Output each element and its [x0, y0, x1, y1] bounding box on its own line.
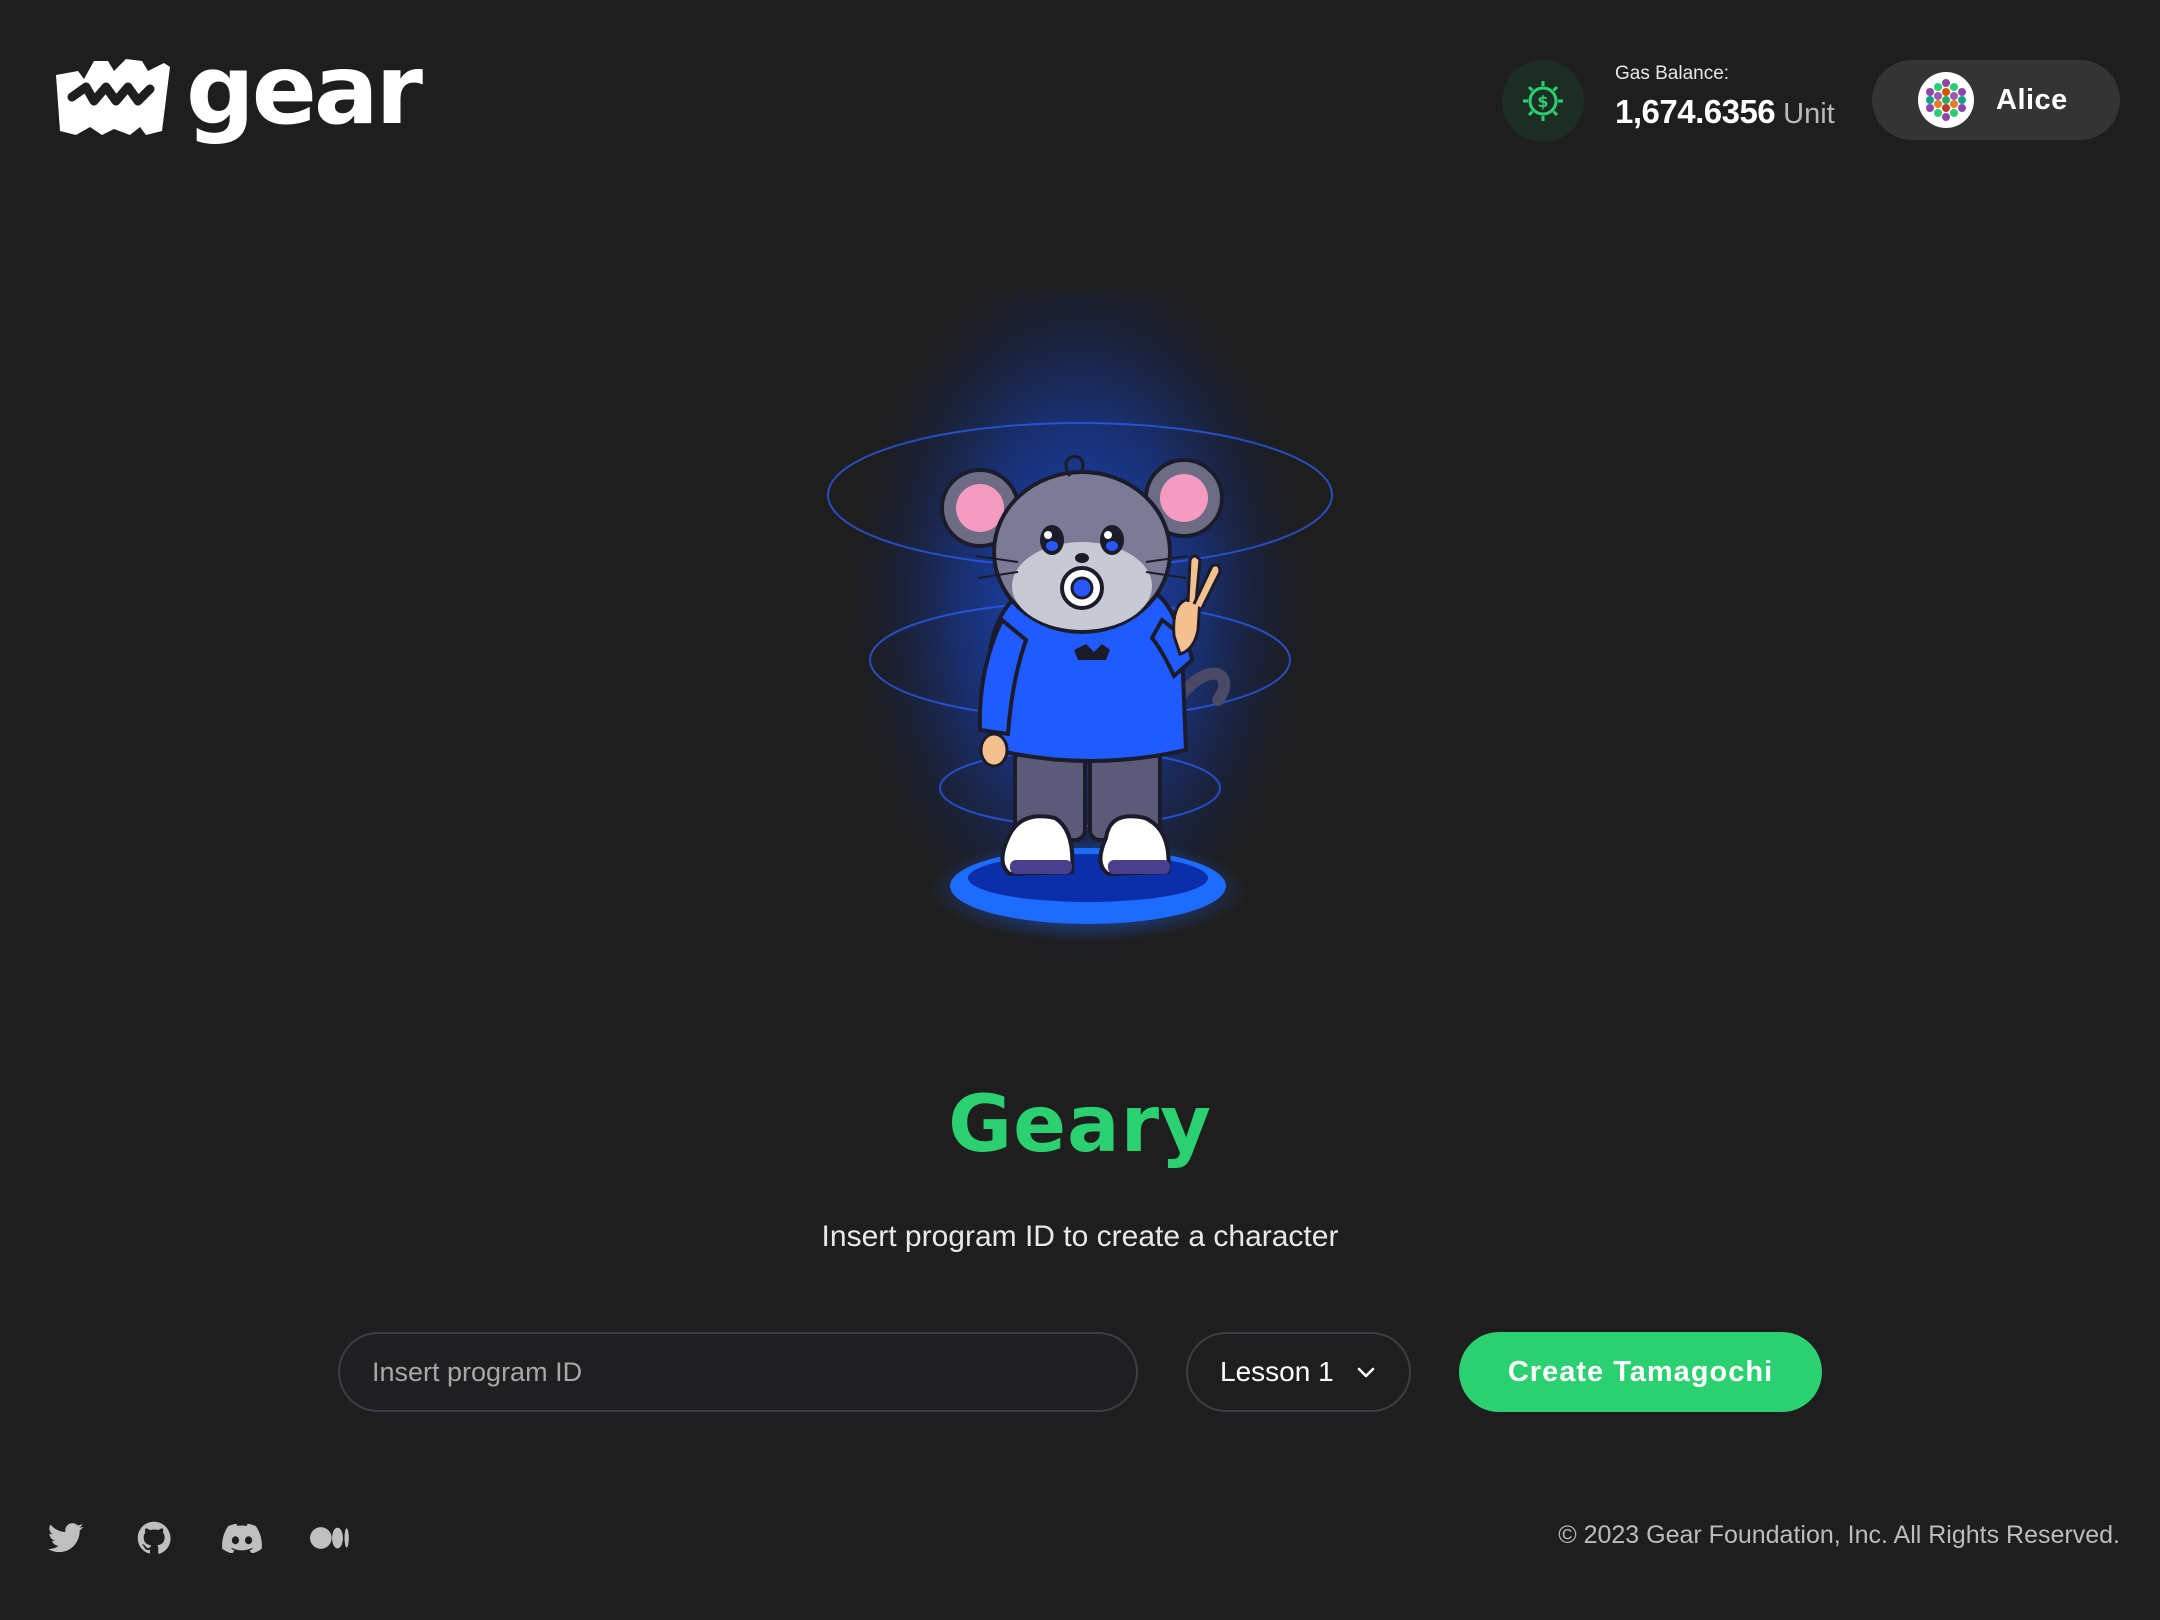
geary-character-image — [790, 290, 1370, 970]
gas-balance-label: Gas Balance: — [1615, 63, 1730, 84]
gas-balance-amount: 1,674.6356 — [1615, 93, 1776, 130]
copyright-text: © 2023 Gear Foundation, Inc. All Rights … — [1558, 1521, 2120, 1549]
logo-wordmark: gear — [186, 34, 423, 146]
twitter-icon[interactable] — [46, 1518, 86, 1558]
account-button[interactable]: Alice — [1872, 60, 2120, 140]
chevron-down-icon — [1357, 1367, 1375, 1378]
account-name: Alice — [1996, 83, 2068, 116]
polkadot-identicon-avatar — [1918, 72, 1974, 128]
lesson-select-value: Lesson 1 — [1220, 1356, 1334, 1387]
page-subtitle: Insert program ID to create a character — [821, 1220, 1339, 1253]
gas-balance-unit: Unit — [1783, 98, 1835, 130]
github-icon[interactable] — [134, 1518, 174, 1558]
create-tamagochi-button[interactable]: Create Tamagochi — [1459, 1332, 1822, 1412]
svg-text:$: $ — [1537, 92, 1548, 111]
page-title: Geary — [948, 1080, 1212, 1170]
gear-logo[interactable]: gear — [50, 42, 423, 138]
gas-coin-gear-icon: $ — [1502, 60, 1584, 142]
program-id-input[interactable] — [338, 1332, 1138, 1412]
discord-icon[interactable] — [222, 1518, 262, 1558]
gas-balance-value: 1,674.6356 Unit — [1615, 93, 1835, 131]
medium-icon[interactable] — [310, 1518, 350, 1558]
social-links — [46, 1518, 398, 1558]
gear-crown-logo-icon — [56, 59, 170, 135]
lesson-select[interactable]: Lesson 1 — [1186, 1332, 1411, 1412]
